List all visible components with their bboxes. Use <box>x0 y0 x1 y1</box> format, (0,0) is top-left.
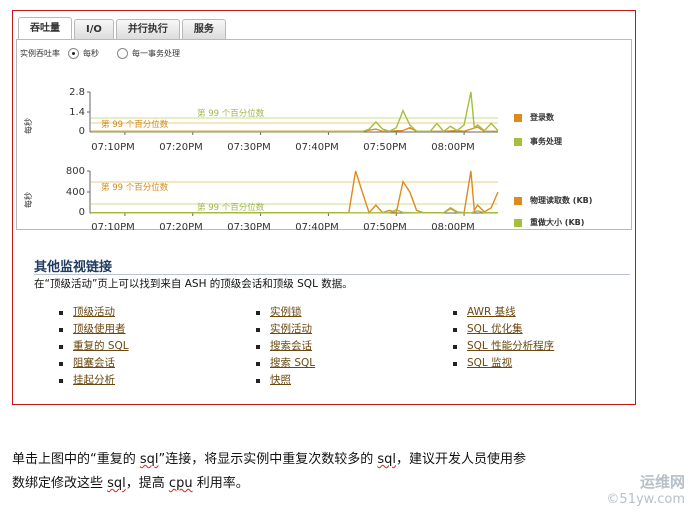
caption-text: ，提高 <box>125 476 169 491</box>
monitor-window: 吞吐量 I/O 并行执行 服务 实例吞吐率 每秒 每一事务处理 每秒 2.8 1… <box>12 10 636 405</box>
legend-label: 登录数 <box>530 113 554 122</box>
list-item: 实例活动 <box>256 321 315 338</box>
list-item: 挂起分析 <box>59 372 129 389</box>
time-label: 07:50PM <box>363 142 406 153</box>
links-column-1: 顶级活动 顶级使用者 重复的 SQL 阻塞会话 挂起分析 <box>59 304 129 389</box>
link-instance-activity[interactable]: 实例活动 <box>270 323 312 335</box>
chart1-time-labels: 07:10PM 07:20PM 07:30PM 07:40PM 07:50PM … <box>91 142 474 153</box>
time-label: 07:10PM <box>91 222 134 231</box>
tab-io[interactable]: I/O <box>74 19 114 39</box>
chart2-pct-label-redo: 第 99 个百分位数 <box>197 202 265 213</box>
chart2-legend-reads: 物理读取数 (KB) <box>514 195 592 206</box>
legend-label: 重做大小 (KB) <box>530 218 585 227</box>
caption-spell-word: sql <box>377 452 397 467</box>
link-awr-baselines[interactable]: AWR 基线 <box>467 306 516 318</box>
list-item: 阻塞会话 <box>59 355 129 372</box>
link-instance-locks[interactable]: 实例锁 <box>270 306 302 318</box>
chart2-time-labels: 07:10PM 07:20PM 07:30PM 07:40PM 07:50PM … <box>91 222 474 231</box>
tab-parallel[interactable]: 并行执行 <box>115 19 180 39</box>
caption-spell-word: cpu <box>168 476 193 491</box>
chart2-tick: 0 <box>79 207 85 218</box>
chart1-pct-label-transactions: 第 99 个百分位数 <box>197 108 265 119</box>
link-hang-analysis[interactable]: 挂起分析 <box>73 374 115 386</box>
link-sql-monitoring[interactable]: SQL 监视 <box>467 357 512 369</box>
list-item: 重复的 SQL <box>59 338 129 355</box>
caption-text: ”连接，将显示实例中重复次数较多的 <box>158 452 378 467</box>
list-item: 搜索 SQL <box>256 355 315 372</box>
chart2-tick: 400 <box>66 187 85 198</box>
link-duplicate-sql[interactable]: 重复的 SQL <box>73 340 129 352</box>
list-item: SQL 监视 <box>453 355 554 372</box>
list-item: SQL 优化集 <box>453 321 554 338</box>
legend-swatch-orange <box>514 196 522 205</box>
chart2-ylabel: 每秒 <box>23 192 33 208</box>
other-links-divider <box>34 274 630 275</box>
list-item: 实例锁 <box>256 304 315 321</box>
tab-throughput[interactable]: 吞吐量 <box>18 17 72 39</box>
chart1-pct-label-logons: 第 99 个百分位数 <box>101 119 169 130</box>
caption-text: 数绑定修改这些 <box>12 476 108 491</box>
list-item: 快照 <box>256 372 315 389</box>
throughput-panel: 实例吞吐率 每秒 每一事务处理 每秒 2.8 1.4 0 第 99 个百分位数 … <box>16 39 632 231</box>
time-label: 07:20PM <box>159 142 202 153</box>
list-item: SQL 性能分析程序 <box>453 338 554 355</box>
watermark-line-2: ©51yw.com <box>606 492 685 507</box>
link-top-activity[interactable]: 顶级活动 <box>73 306 115 318</box>
chart2-pct-label-reads: 第 99 个百分位数 <box>101 182 169 193</box>
chart1-tick: 0 <box>79 126 85 137</box>
legend-swatch-green <box>514 137 522 146</box>
link-sql-performance-analyzer[interactable]: SQL 性能分析程序 <box>467 340 554 352</box>
links-column-3: AWR 基线 SQL 优化集 SQL 性能分析程序 SQL 监视 <box>453 304 554 372</box>
link-sql-tuning-sets[interactable]: SQL 优化集 <box>467 323 523 335</box>
time-label: 07:50PM <box>363 222 406 231</box>
caption-text: 单击上图中的“重复的 <box>12 452 140 467</box>
legend-swatch-orange <box>514 113 522 122</box>
links-column-2: 实例锁 实例活动 搜索会话 搜索 SQL 快照 <box>256 304 315 389</box>
tab-bar: 吞吐量 I/O 并行执行 服务 <box>18 17 228 39</box>
chart2-legend-redo: 重做大小 (KB) <box>514 217 584 228</box>
other-links-intro: 在“顶级活动”页上可以找到来自 ASH 的顶级会话和顶级 SQL 数据。 <box>34 278 353 290</box>
time-label: 07:10PM <box>91 142 134 153</box>
chart2-series-redo-size <box>91 207 498 214</box>
caption-line-1: 单击上图中的“重复的 sql”连接，将显示实例中重复次数较多的 sql，建议开发… <box>12 450 652 470</box>
caption-spell-word: sql <box>107 476 126 491</box>
chart1-legend-transactions: 事务处理 <box>514 136 562 147</box>
time-label: 07:30PM <box>227 142 270 153</box>
time-label: 08:00PM <box>431 142 474 153</box>
caption-text: 利用率。 <box>192 476 249 491</box>
link-blocking-sessions[interactable]: 阻塞会话 <box>73 357 115 369</box>
time-label: 07:20PM <box>159 222 202 231</box>
watermark-line-1: 运维网 <box>639 473 685 491</box>
link-search-sql[interactable]: 搜索 SQL <box>270 357 315 369</box>
tab-service[interactable]: 服务 <box>181 19 226 39</box>
legend-label: 物理读取数 (KB) <box>530 196 593 205</box>
legend-label: 事务处理 <box>530 137 562 146</box>
time-label: 07:40PM <box>295 222 338 231</box>
caption-spell-word: sql <box>139 452 159 467</box>
other-links-title: 其他监视链接 <box>34 260 113 275</box>
link-top-consumers[interactable]: 顶级使用者 <box>73 323 126 335</box>
chart1-tick: 1.4 <box>69 107 85 118</box>
legend-swatch-green <box>514 218 522 227</box>
link-snapshots[interactable]: 快照 <box>270 374 291 386</box>
chart1-ylabel: 每秒 <box>23 118 33 134</box>
link-search-sessions[interactable]: 搜索会话 <box>270 340 312 352</box>
watermark-logo: 运维网 ©51yw.com <box>606 471 685 507</box>
list-item: 顶级活动 <box>59 304 129 321</box>
list-item: 搜索会话 <box>256 338 315 355</box>
chart1-tick: 2.8 <box>69 87 85 98</box>
chart2-tick: 800 <box>66 166 85 177</box>
list-item: 顶级使用者 <box>59 321 129 338</box>
caption-text: ，建议开发人员使用参 <box>396 452 527 467</box>
caption-line-2: 数绑定修改这些 sql，提高 cpu 利用率。 <box>12 474 652 494</box>
time-label: 07:30PM <box>227 222 270 231</box>
chart1-legend-logons: 登录数 <box>514 112 554 123</box>
time-label: 07:40PM <box>295 142 338 153</box>
time-label: 08:00PM <box>431 222 474 231</box>
list-item: AWR 基线 <box>453 304 554 321</box>
